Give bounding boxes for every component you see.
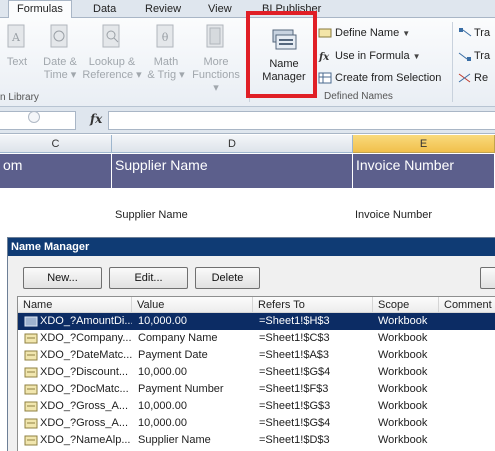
text-functions-label: Text [6,56,28,68]
name-row[interactable]: XDO_?Company... Company Name =Sheet1!$C$… [18,330,495,347]
math-trig-label-2: & Trig ▾ [147,69,185,81]
name-tag-icon [24,435,38,446]
lookup-reference-label-2: Reference ▾ [82,69,142,81]
value-cell-d[interactable]: Supplier Name [115,207,188,225]
use-in-formula-button[interactable]: fx Use in Formula ▼ [318,47,421,65]
trace-dependents-button[interactable]: Tra [458,47,490,65]
delete-name-button[interactable]: Delete [195,267,260,289]
more-functions-label-1: More [203,56,229,68]
fx-icon: fx [318,52,330,62]
date-time-label-1: Date & [43,56,77,68]
header-cell-d[interactable]: Supplier Name [112,154,353,188]
name-box-dropdown-icon[interactable] [28,111,40,123]
tab-review[interactable]: Review [145,2,181,18]
tab-data[interactable]: Data [93,2,116,18]
chevron-down-icon: ▼ [402,29,411,38]
chevron-down-icon: ▼ [412,52,421,61]
date-time-button[interactable]: Date & Time ▾ [36,22,84,82]
name-tag-icon [24,418,38,429]
tag-icon [318,28,332,38]
name-tag-icon [24,350,38,361]
trace-precedents-button[interactable]: Tra [458,24,490,42]
math-trig-button[interactable]: θ Math & Trig ▾ [144,22,188,82]
name-row[interactable]: XDO_?Discount... 10,000.00 =Sheet1!$G$4 … [18,364,495,381]
theta-book-icon: θ [156,24,174,48]
name-tag-icon [24,367,38,378]
lookup-reference-label-1: Lookup & [88,56,136,68]
column-refers-to[interactable]: Refers To [253,297,373,313]
name-manager-dialog: Name Manager New... Edit... Delete Name … [7,237,495,451]
remove-arrows-icon [458,73,471,83]
trace-arrow-icon [458,52,471,62]
names-list[interactable]: Name Value Refers To Scope Comment XDO_?… [17,296,495,451]
value-cell-e[interactable]: Invoice Number [355,207,432,225]
group-separator [452,22,453,102]
grid-icon [318,72,332,84]
remove-arrows-button[interactable]: Re [458,69,488,87]
name-row[interactable]: XDO_?NameAlp... Supplier Name =Sheet1!$D… [18,432,495,449]
name-tag-icon [24,333,38,344]
tab-view[interactable]: View [208,2,232,18]
name-row[interactable]: XDO_?DocMatc... Payment Number =Sheet1!$… [18,381,495,398]
name-row[interactable]: XDO_?Gross_A... 10,000.00 =Sheet1!$G$4 W… [18,415,495,432]
more-functions-label-2: Functions ▾ [192,69,240,94]
insert-function-icon[interactable]: fx [90,112,102,126]
column-header-d[interactable]: D [112,135,353,153]
trace-arrow-icon [459,28,472,37]
edit-name-button[interactable]: Edit... [109,267,188,289]
function-library-group-label: n Library [0,92,39,103]
name-tag-icon [24,316,38,327]
filter-button[interactable] [480,267,495,289]
more-functions-button[interactable]: More Functions ▾ [188,22,244,95]
define-name-button[interactable]: Define Name ▼ [318,24,410,42]
name-row[interactable]: XDO_?AmountDi... 10,000.00 =Sheet1!$H$3 … [18,313,495,330]
lookup-reference-button[interactable]: Lookup & Reference ▾ [82,22,142,82]
books-icon [206,24,224,48]
name-row[interactable]: XDO_?DateMatc... Payment Date =Sheet1!$A… [18,347,495,364]
column-scope[interactable]: Scope [373,297,439,313]
column-value[interactable]: Value [132,297,253,313]
formula-bar: fx [0,107,495,134]
column-header-e[interactable]: E [353,135,495,153]
column-name[interactable]: Name [18,297,132,313]
tab-formulas[interactable]: Formulas [8,0,72,19]
name-tag-icon [24,401,38,412]
svg-text:A: A [11,31,21,44]
svg-text:fx: fx [318,52,330,62]
name-tag-icon [24,384,38,395]
magnifier-book-icon [102,24,120,48]
column-comment[interactable]: Comment [439,297,495,313]
header-cell-e[interactable]: Invoice Number [353,154,495,188]
header-cell-c[interactable]: om [0,154,112,188]
column-header-c[interactable]: C [0,135,112,153]
formula-input[interactable] [108,111,495,130]
name-row[interactable]: XDO_?Gross_A... 10,000.00 =Sheet1!$G$3 W… [18,398,495,415]
name-manager-highlight [246,11,317,98]
text-book-icon: A [7,24,25,48]
svg-text:θ: θ [162,31,169,44]
date-time-label-2: Time ▾ [43,69,77,81]
dialog-title: Name Manager [8,238,495,256]
clock-book-icon [50,24,68,48]
text-functions-button[interactable]: A Text [2,22,32,69]
math-trig-label-1: Math [153,56,179,68]
defined-names-group-label: Defined Names [324,91,393,102]
new-name-button[interactable]: New... [23,267,102,289]
create-from-selection-button[interactable]: Create from Selection [318,69,441,87]
